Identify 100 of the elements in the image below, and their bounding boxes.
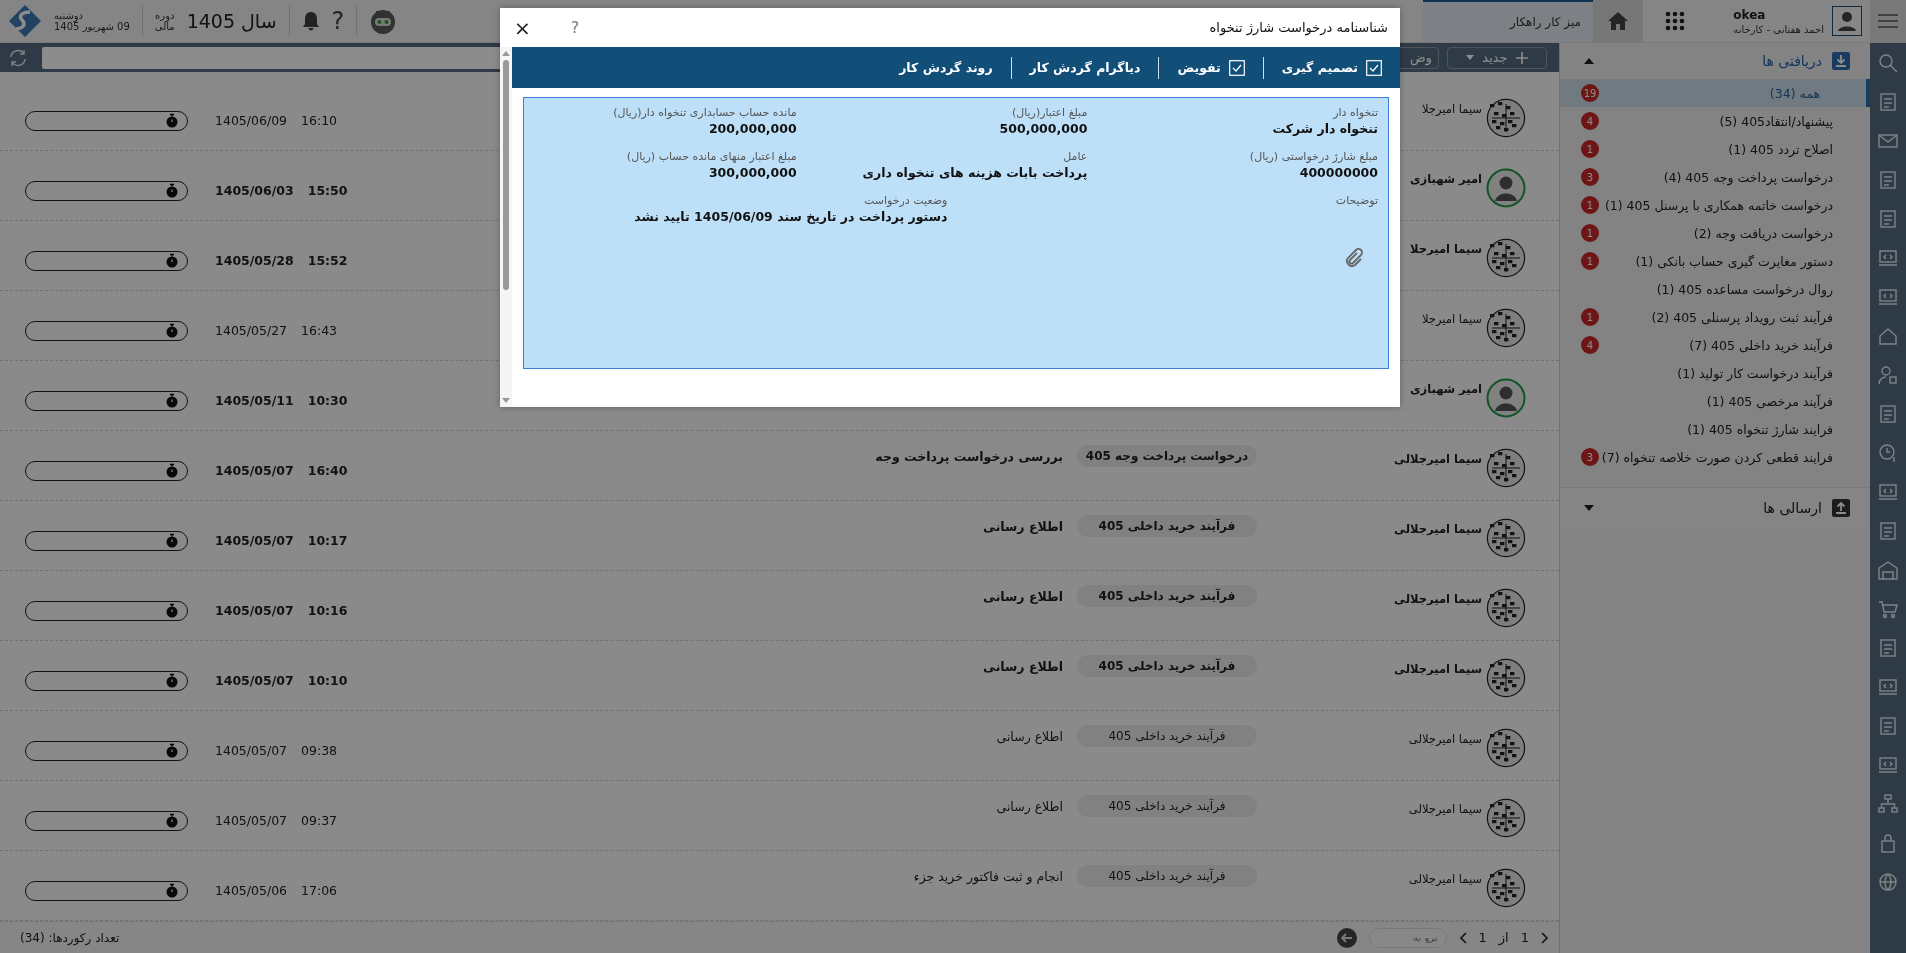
stopwatch-icon: [165, 393, 179, 409]
field-label: مبلغ شارژ درخواستی (ریال): [1248, 150, 1378, 163]
category-label: درخواست پرداخت وجه 405 (4): [1663, 169, 1833, 185]
menu-button[interactable]: [1870, 0, 1906, 42]
fiscal-year[interactable]: سال 1405: [186, 10, 277, 32]
inbox-header[interactable]: دریافتی ها: [1560, 43, 1870, 79]
lock-icon[interactable]: [1878, 833, 1898, 853]
sender-name: سیما امیرجلالی: [1408, 732, 1482, 747]
category-item[interactable]: فرایند شارژ تنخواه 405 (1): [1560, 415, 1870, 443]
field-value: پرداخت بابات هزینه های تنخواه داری: [861, 165, 1088, 180]
paperclip-icon[interactable]: [1344, 248, 1364, 268]
robot-icon[interactable]: [369, 7, 398, 35]
date-label: 1405/05/11: [215, 393, 294, 409]
refresh-icon[interactable]: [8, 47, 28, 68]
close-button[interactable]: ×: [514, 15, 531, 40]
date-label: 1405/06/09: [215, 113, 288, 129]
category-label: فرایند قطعی کردن صورت خلاصه تنخواه (7): [1601, 449, 1833, 465]
monitor-icon[interactable]: [1878, 482, 1898, 502]
category-label: درخواست دریافت وجه (2): [1693, 225, 1833, 241]
mail-icon[interactable]: [1878, 131, 1898, 151]
field-label: مبلغ اعتبار منهای مانده حساب (ریال): [625, 150, 797, 163]
user-avatar-icon[interactable]: [1832, 6, 1862, 36]
scroll-up-icon[interactable]: [502, 51, 510, 56]
cart-icon[interactable]: [1878, 599, 1898, 619]
new-button[interactable]: جدید: [1447, 46, 1547, 69]
avatar-icon: [1486, 797, 1526, 838]
sender-name: سیما امیرجلالی: [1394, 592, 1482, 607]
home-button[interactable]: [1593, 0, 1643, 42]
workflow-action-button[interactable]: تصمیم گیری: [1281, 59, 1382, 76]
field-value: 400000000: [1298, 165, 1378, 180]
clock-icon[interactable]: [1878, 443, 1898, 463]
date-label: 1405/05/27: [215, 323, 288, 339]
sender-name: سیما امیرجلالی: [1394, 522, 1482, 537]
category-item[interactable]: روال درخواست مساعده 405 (1): [1560, 275, 1870, 303]
sender-name: سیما امیرجلالی: [1394, 452, 1482, 467]
sender-name: سیما امیرجلا: [1410, 242, 1482, 257]
monitor-icon[interactable]: [1878, 248, 1898, 268]
page-number: 1: [1520, 930, 1529, 945]
home-icon: [1608, 12, 1628, 30]
category-label: فرآیند درخواست کار تولید (1): [1677, 365, 1833, 381]
goto-page-field[interactable]: برو به: [1368, 927, 1447, 948]
house-icon[interactable]: [1878, 326, 1898, 346]
help-button[interactable]: ?: [331, 7, 345, 35]
monitor-icon[interactable]: [1878, 755, 1898, 775]
stopwatch-icon: [165, 183, 179, 199]
tree-icon[interactable]: [1878, 794, 1898, 814]
menu-icon: [1878, 14, 1898, 28]
time-label: 16:40: [307, 463, 348, 479]
stopwatch-icon: [165, 113, 179, 129]
globe-icon[interactable]: [1878, 872, 1898, 892]
avatar-icon: [1486, 587, 1526, 628]
stopwatch-icon: [165, 603, 179, 619]
process-tag: درخواست پرداخت وجه 405: [1077, 445, 1257, 468]
workflow-action-button[interactable]: روند گردش کار: [899, 60, 993, 75]
field-value: تنخواه دار شرکت: [1271, 121, 1378, 136]
search-icon[interactable]: [1878, 53, 1898, 73]
time-label: 10:17: [307, 533, 348, 549]
caret-icon: [1584, 505, 1594, 511]
scroll-down-icon[interactable]: [502, 398, 510, 403]
avatar-icon: [1486, 867, 1526, 908]
list-icon[interactable]: [1878, 92, 1898, 112]
workflow-action-button[interactable]: تفویض: [1177, 59, 1245, 76]
workflow-action-button[interactable]: دیاگرام گردش کار: [1029, 60, 1141, 75]
task-title: انجام و ثبت فاکتور خرید جزء: [912, 869, 1063, 885]
time-label: 15:50: [307, 183, 348, 199]
time-label: 09:38: [301, 743, 338, 759]
category-label: فرآیند مرخصی 405 (1): [1706, 393, 1833, 409]
stopwatch-icon: [165, 253, 179, 269]
task-title: بررسی درخواست پرداخت وجه: [874, 449, 1063, 465]
time-label: 09:37: [301, 813, 338, 829]
logo-icon: [8, 4, 42, 38]
category-item[interactable]: فرآیند درخواست کار تولید (1): [1560, 359, 1870, 387]
avatar-icon: [1486, 307, 1526, 348]
workspace-tab[interactable]: میز کار راهکار: [1423, 0, 1593, 42]
task-title: اطلاع رسانی: [982, 519, 1063, 535]
monitor-icon[interactable]: [1878, 287, 1898, 307]
date-label: 1405/05/07: [215, 603, 294, 619]
stopwatch-icon: [165, 323, 179, 339]
inbox-icon: [1832, 52, 1850, 70]
bell-icon[interactable]: [301, 11, 320, 31]
avatar-icon: [1486, 517, 1526, 558]
help-button[interactable]: ?: [570, 18, 580, 37]
count-badge: 1: [1581, 224, 1599, 242]
garage-icon[interactable]: [1878, 560, 1898, 580]
period-label: دوره: [155, 10, 175, 21]
count-badge: 1: [1581, 196, 1599, 214]
category-label: درخواست خاتمه همکاری با پرسنل 405 (1): [1604, 197, 1833, 213]
person-icon[interactable]: [1878, 365, 1898, 385]
process-tag: فرآیند خرید داخلی 405: [1077, 725, 1257, 748]
date-label: 1405/06/03: [215, 183, 294, 199]
sender-name: سیما امیرجلا: [1421, 102, 1482, 117]
chevron-icon[interactable]: [1541, 931, 1549, 944]
category-label: همه (34): [1769, 85, 1820, 101]
category-item[interactable]: فرآیند مرخصی 405 (1): [1560, 387, 1870, 415]
chevron-icon[interactable]: [1458, 931, 1467, 944]
monitor-icon[interactable]: [1878, 677, 1898, 697]
count-badge: 1: [1581, 308, 1599, 326]
scrollbar[interactable]: [500, 47, 512, 407]
time-label: 10:30: [307, 393, 348, 409]
doc-icon[interactable]: [1878, 170, 1898, 190]
